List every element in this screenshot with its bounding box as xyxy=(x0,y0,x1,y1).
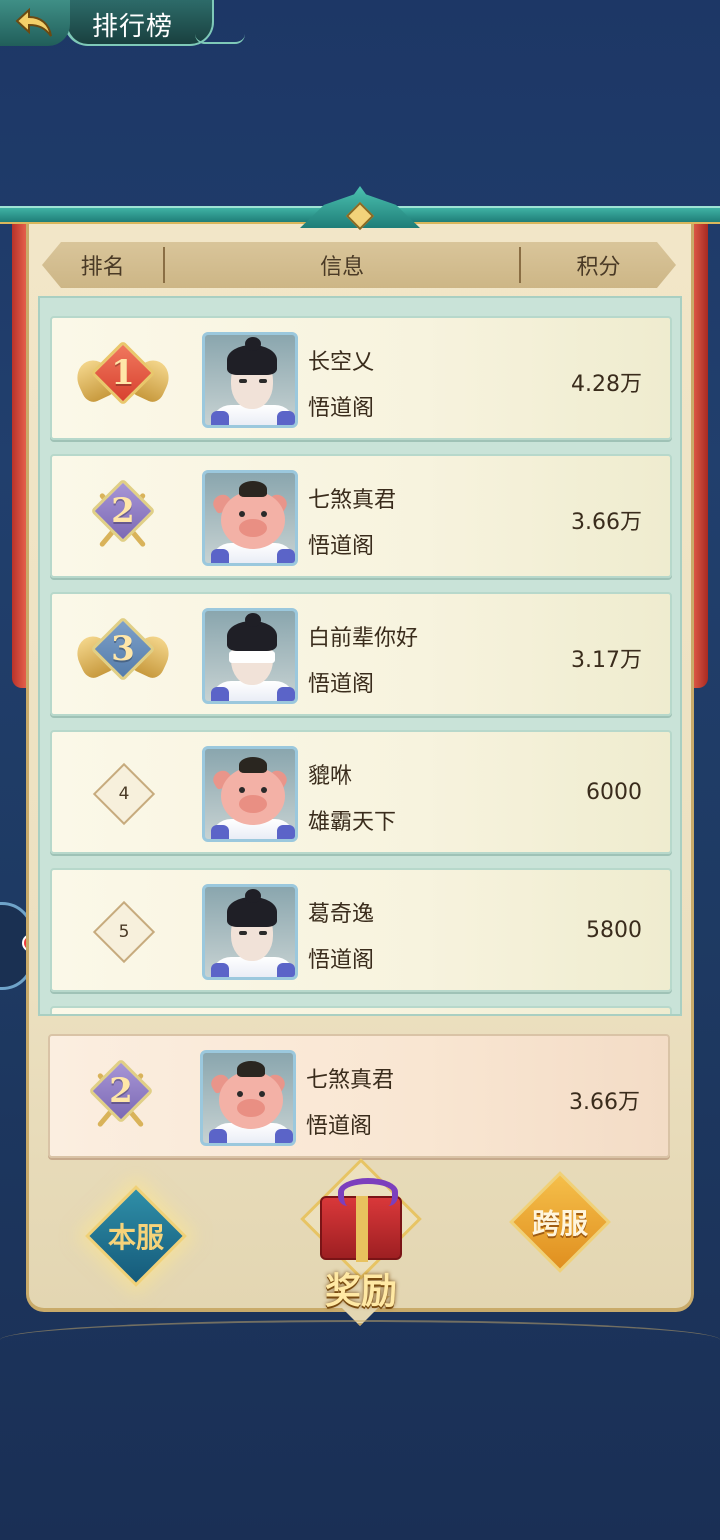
rank-2-badge: 2 xyxy=(78,476,168,556)
rank-number: 3 xyxy=(111,629,135,669)
tab-label: 跨服 xyxy=(531,1207,588,1240)
player-score: 4.28万 xyxy=(571,372,642,397)
column-score: 积分 xyxy=(576,255,621,280)
pig-cap xyxy=(239,757,267,773)
tab-cross-server[interactable]: 跨服 xyxy=(509,1171,611,1273)
title-ornament xyxy=(195,34,245,44)
player-score: 3.66万 xyxy=(571,510,642,535)
rank-1-badge: 1 xyxy=(71,338,175,418)
back-arrow-icon xyxy=(15,7,52,37)
player-guild: 悟道阁 xyxy=(308,396,375,421)
player-score: 6000 xyxy=(586,780,642,805)
top-bar: 排行榜 xyxy=(0,0,720,50)
player-name: 葛奇逸 xyxy=(308,902,375,927)
rank-number: 2 xyxy=(111,491,135,531)
page-title: 排行榜 xyxy=(92,12,174,42)
reward-label: 奖励 xyxy=(324,1270,397,1312)
table-header: 排名 信息 积分 xyxy=(42,242,676,288)
player-avatar[interactable] xyxy=(202,884,298,980)
bottom-wave-ornament xyxy=(0,1320,720,1360)
player-name: 白前辈你好 xyxy=(308,626,419,651)
reward-button[interactable]: 奖励 xyxy=(296,1158,426,1326)
player-guild: 雄霸天下 xyxy=(308,810,397,835)
ranking-row[interactable]: 3 白前辈你好 悟道阁 3.17万 xyxy=(50,592,672,716)
player-name: 七煞真君 xyxy=(308,488,397,513)
pig-snout xyxy=(237,1099,265,1117)
rank-number: 4 xyxy=(118,784,130,804)
back-button[interactable] xyxy=(0,0,70,46)
pig-snout xyxy=(239,795,267,813)
ranking-row[interactable]: 5 葛奇逸 悟道阁 5800 xyxy=(50,868,672,992)
ranking-list[interactable]: 1 长空乂 悟道阁 4.28万 2 七煞真君 悟道阁 3.66万 3 白前辈你好… xyxy=(38,296,682,1016)
pig-snout xyxy=(239,519,267,537)
pig-cap xyxy=(239,481,267,497)
eye xyxy=(239,379,247,383)
player-guild: 悟道阁 xyxy=(308,534,375,559)
blindfold xyxy=(229,651,275,663)
eye xyxy=(261,787,267,793)
rank-3-badge: 3 xyxy=(71,614,175,694)
eye xyxy=(261,511,267,517)
ranking-row[interactable] xyxy=(50,1006,672,1014)
player-name: 七煞真君 xyxy=(306,1068,395,1093)
rank-number: 1 xyxy=(111,353,135,393)
player-name: 貔咻 xyxy=(308,764,353,789)
eye xyxy=(259,931,267,935)
ranking-row[interactable]: 4 貔咻 雄霸天下 6000 xyxy=(50,730,672,854)
hair-bun xyxy=(245,613,261,627)
eye xyxy=(239,931,247,935)
ranking-row[interactable]: 1 长空乂 悟道阁 4.28万 xyxy=(50,316,672,440)
hair-bun xyxy=(245,337,261,351)
player-guild: 悟道阁 xyxy=(306,1114,373,1139)
eye xyxy=(237,1091,243,1097)
column-rank: 排名 xyxy=(80,255,125,280)
player-avatar[interactable] xyxy=(202,332,298,428)
player-avatar[interactable] xyxy=(200,1050,296,1146)
hair-bun xyxy=(245,889,261,903)
tab-local-server[interactable]: 本服 xyxy=(85,1185,187,1287)
rank-number: 5 xyxy=(118,922,130,942)
gift-box-icon xyxy=(320,1178,402,1262)
eye xyxy=(259,1091,265,1097)
player-score: 5800 xyxy=(586,918,642,943)
player-guild: 悟道阁 xyxy=(308,948,375,973)
eye xyxy=(259,379,267,383)
my-ranking-row[interactable]: 2 七煞真君 悟道阁 3.66万 xyxy=(48,1034,670,1158)
player-name: 长空乂 xyxy=(308,350,375,375)
rank-2-badge: 2 xyxy=(76,1056,166,1136)
eye xyxy=(239,787,245,793)
pig-cap xyxy=(237,1061,265,1077)
player-avatar[interactable] xyxy=(202,470,298,566)
player-score: 3.66万 xyxy=(569,1090,640,1115)
player-avatar[interactable] xyxy=(202,746,298,842)
tab-label: 本服 xyxy=(107,1221,164,1254)
ranking-row[interactable]: 2 七煞真君 悟道阁 3.66万 xyxy=(50,454,672,578)
player-score: 3.17万 xyxy=(571,648,642,673)
player-avatar[interactable] xyxy=(202,608,298,704)
rank-number: 2 xyxy=(109,1071,133,1111)
column-info: 信息 xyxy=(320,255,365,280)
eye xyxy=(239,511,245,517)
player-guild: 悟道阁 xyxy=(308,672,375,697)
